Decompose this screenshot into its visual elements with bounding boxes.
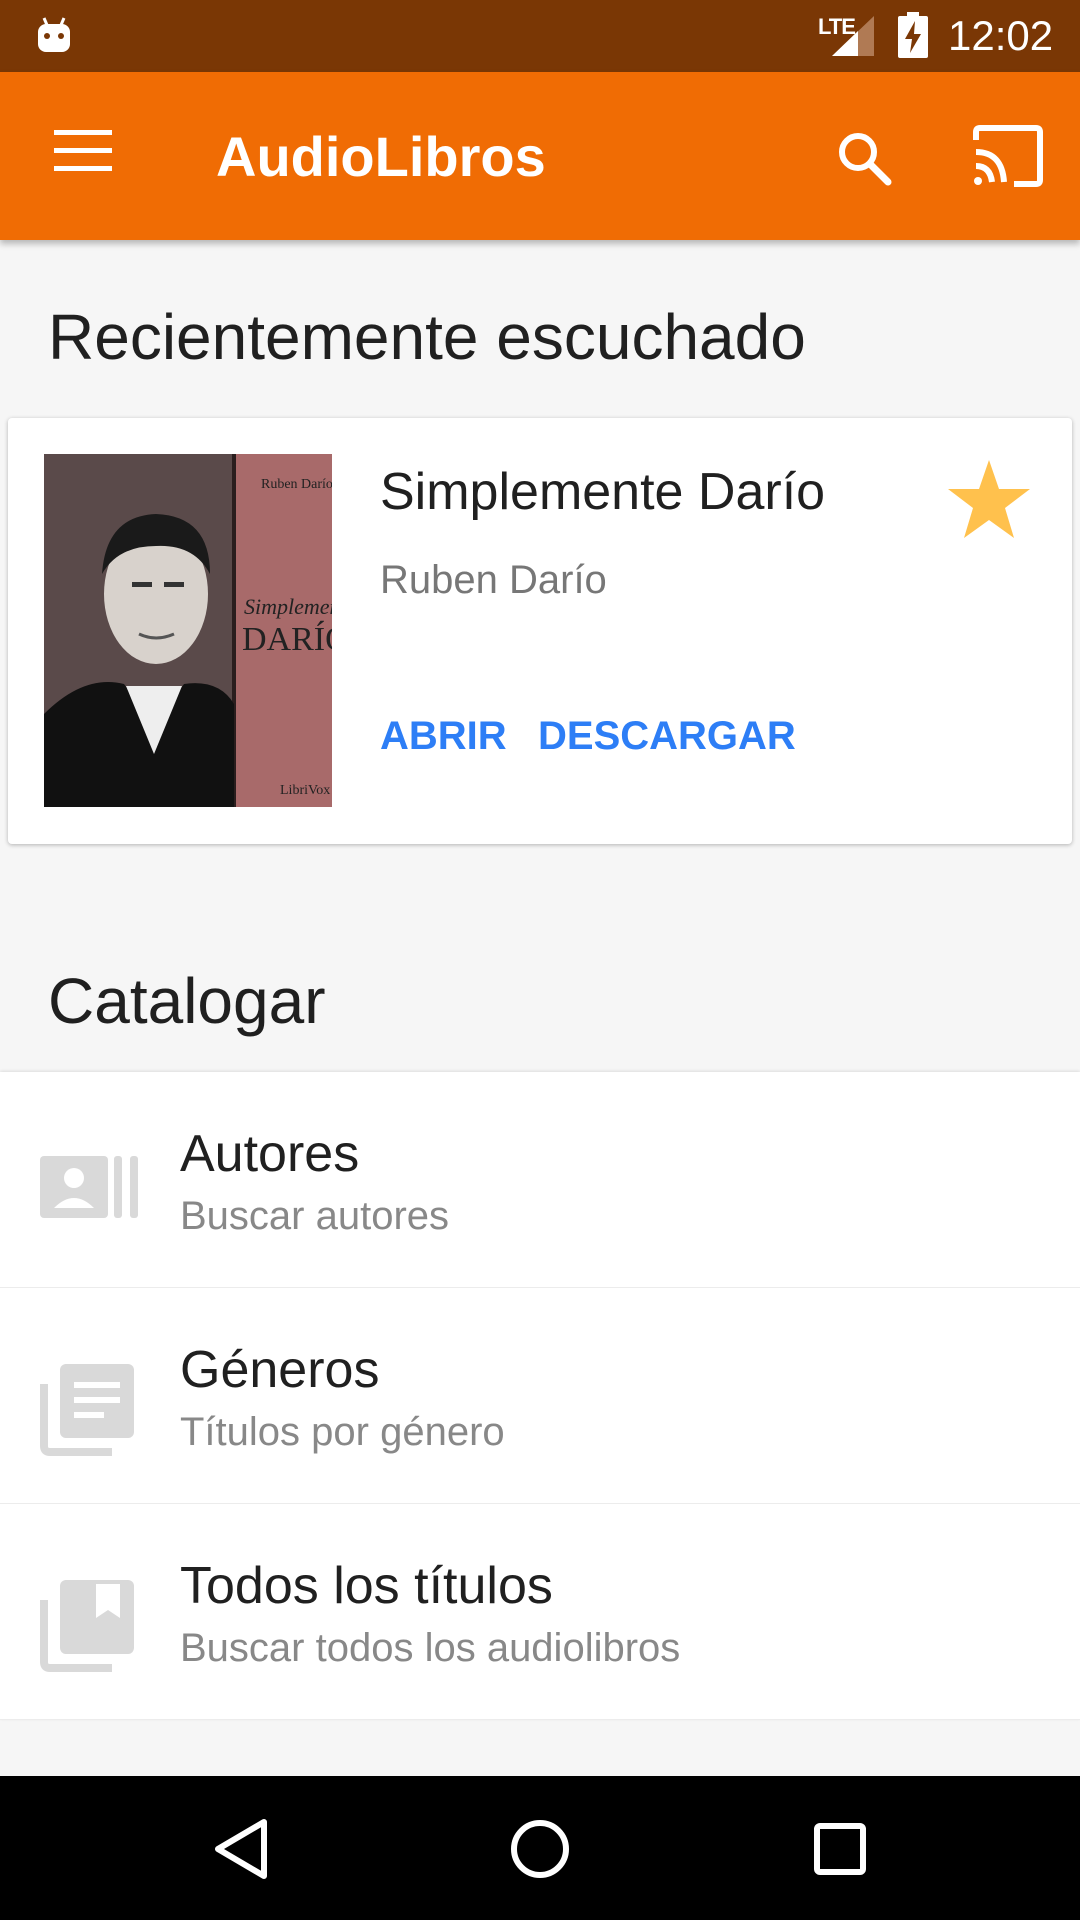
catalog-list: Autores Buscar autores Géneros Títulos p… bbox=[0, 1072, 1080, 1720]
app-bar: AudioLibros bbox=[0, 72, 1080, 240]
android-notification-icon bbox=[38, 17, 70, 52]
catalog-item-genres[interactable]: Géneros Títulos por género bbox=[0, 1288, 1080, 1504]
search-icon[interactable] bbox=[834, 128, 894, 188]
library-books-icon bbox=[40, 1364, 134, 1456]
download-button[interactable]: DESCARGAR bbox=[538, 714, 796, 759]
menu-icon[interactable] bbox=[54, 130, 112, 178]
catalog-item-all-titles[interactable]: Todos los títulos Buscar todos los audio… bbox=[0, 1504, 1080, 1720]
battery-charging-icon bbox=[898, 12, 928, 58]
book-cover[interactable]: Ruben Darío Simplemente DARÍO LibriVox bbox=[44, 454, 332, 807]
catalog-heading: Catalogar bbox=[48, 965, 326, 1037]
navigation-bar bbox=[0, 1776, 1080, 1920]
cast-icon[interactable] bbox=[972, 124, 1044, 188]
signal-icon bbox=[832, 16, 874, 56]
status-bar: LTE 12:02 bbox=[0, 0, 1080, 72]
clock: 12:02 bbox=[948, 12, 1054, 59]
recent-book-card[interactable]: Ruben Darío Simplemente DARÍO LibriVox S… bbox=[8, 418, 1072, 844]
catalog-item-title: Autores bbox=[180, 1125, 360, 1183]
favorite-star-icon[interactable] bbox=[946, 458, 1032, 540]
collections-bookmark-icon bbox=[40, 1580, 134, 1672]
book-author: Ruben Darío bbox=[380, 558, 607, 602]
cover-title-bottom: DARÍO bbox=[242, 621, 332, 658]
app-title: AudioLibros bbox=[216, 125, 546, 188]
open-button[interactable]: ABRIR bbox=[380, 714, 507, 759]
catalog-item-subtitle: Buscar todos los audiolibros bbox=[180, 1626, 681, 1670]
catalog-item-authors[interactable]: Autores Buscar autores bbox=[0, 1072, 1080, 1288]
recent-heading: Recientemente escuchado bbox=[48, 301, 806, 373]
catalog-item-title: Todos los títulos bbox=[180, 1557, 553, 1615]
book-cover-image: Ruben Darío Simplemente DARÍO LibriVox bbox=[44, 454, 332, 807]
catalog-item-subtitle: Buscar autores bbox=[180, 1194, 450, 1238]
cover-author: Ruben Darío bbox=[261, 477, 332, 492]
cover-publisher: LibriVox bbox=[280, 783, 330, 798]
home-icon[interactable] bbox=[505, 1814, 575, 1884]
cover-title-top: Simplemente bbox=[244, 594, 332, 619]
catalog-item-title: Géneros bbox=[180, 1341, 380, 1399]
recents-icon[interactable] bbox=[805, 1814, 875, 1884]
contacts-icon bbox=[40, 1156, 138, 1218]
back-icon[interactable] bbox=[206, 1814, 276, 1884]
catalog-item-subtitle: Títulos por género bbox=[180, 1410, 505, 1454]
book-title: Simplemente Darío bbox=[380, 463, 826, 521]
